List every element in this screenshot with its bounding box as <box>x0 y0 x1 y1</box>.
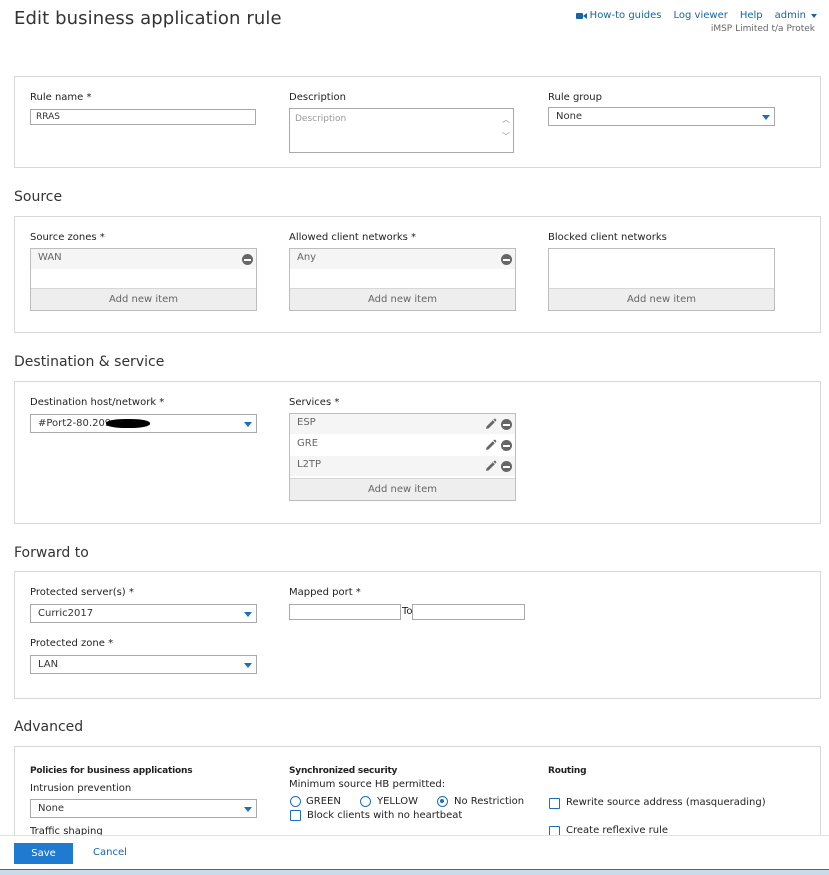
blocked-networks-list: Add new item <box>548 248 775 311</box>
rule-group-value: None <box>556 111 583 122</box>
chevron-down-icon <box>811 13 817 18</box>
protected-server-value: Curric2017 <box>38 608 94 619</box>
services-list: ESP GRE L2TP Add new item <box>289 413 516 501</box>
dropdown-arrow-icon <box>244 422 252 427</box>
edit-pencil-icon[interactable] <box>484 439 497 452</box>
top-nav: How-to guides Log viewer Help admin <box>575 10 817 21</box>
rule-group-select[interactable]: None <box>548 107 775 126</box>
protected-zone-value: LAN <box>38 659 59 670</box>
advanced-section-title: Advanced <box>14 719 84 735</box>
source-zones-list: WAN Add new item <box>30 248 257 311</box>
remove-icon[interactable] <box>501 419 512 430</box>
log-viewer-link[interactable]: Log viewer <box>674 10 728 21</box>
description-input[interactable] <box>289 108 514 153</box>
general-panel: Rule name * Description ︿﹀ Rule group No… <box>14 76 821 168</box>
dropdown-arrow-icon <box>244 807 252 812</box>
mapped-port-label: Mapped port * <box>289 587 361 598</box>
forward-panel: Protected server(s) * Curric2017 Protect… <box>14 571 821 699</box>
dropdown-arrow-icon <box>244 663 252 668</box>
description-scroll-arrows[interactable]: ︿ ﹀ <box>501 111 511 145</box>
advanced-panel: Policies for business applications Intru… <box>14 746 821 846</box>
block-no-heartbeat-label: Block clients with no heartbeat <box>307 810 463 821</box>
block-no-heartbeat-checkbox[interactable] <box>290 810 301 821</box>
heartbeat-label: Minimum source HB permitted: <box>289 779 446 790</box>
redaction-mark <box>106 419 150 428</box>
protected-server-select[interactable]: Curric2017 <box>30 604 257 623</box>
list-item[interactable]: Any <box>290 249 515 270</box>
intrusion-prevention-label: Intrusion prevention <box>30 783 132 794</box>
allowed-networks-label: Allowed client networks * <box>289 232 417 243</box>
hb-green-label: GREEN <box>306 796 341 807</box>
hb-green-radio[interactable] <box>290 796 301 807</box>
sync-security-heading: Synchronized security <box>289 766 398 776</box>
hb-yellow-label: YELLOW <box>377 796 418 807</box>
rewrite-source-checkbox[interactable] <box>549 798 560 809</box>
add-blocked-network-button[interactable]: Add new item <box>549 288 774 310</box>
save-button[interactable]: Save <box>14 843 73 864</box>
destination-panel: Destination host/network * #Port2-80.209… <box>14 381 821 524</box>
mapped-port-to-label: To <box>402 606 413 617</box>
form-footer: Save Cancel <box>0 835 829 869</box>
forward-section-title: Forward to <box>14 545 89 561</box>
add-allowed-network-button[interactable]: Add new item <box>290 288 515 310</box>
remove-icon[interactable] <box>501 254 512 265</box>
user-name: admin <box>774 10 806 21</box>
service-value: L2TP <box>297 459 322 470</box>
user-menu[interactable]: admin <box>775 10 817 21</box>
add-source-zone-button[interactable]: Add new item <box>31 288 256 310</box>
service-value: GRE <box>297 438 319 449</box>
mapped-port-to-input[interactable] <box>412 604 525 620</box>
destination-host-label: Destination host/network * <box>30 397 165 408</box>
service-value: ESP <box>297 417 316 428</box>
remove-icon[interactable] <box>501 461 512 472</box>
policies-heading: Policies for business applications <box>30 766 193 776</box>
allowed-networks-list: Any Add new item <box>289 248 516 311</box>
routing-heading: Routing <box>548 766 587 776</box>
cancel-link[interactable]: Cancel <box>93 847 127 858</box>
hb-no-restriction-label: No Restriction <box>454 796 525 807</box>
source-zone-value: WAN <box>38 252 62 263</box>
protected-zone-label: Protected zone * <box>30 638 114 649</box>
intrusion-prevention-select[interactable]: None <box>30 799 257 818</box>
source-section-title: Source <box>14 189 63 205</box>
allowed-network-value: Any <box>297 252 317 263</box>
how-to-guides-link[interactable]: How-to guides <box>575 10 662 21</box>
hb-yellow-radio[interactable] <box>360 796 371 807</box>
edit-pencil-icon[interactable] <box>484 460 497 473</box>
dropdown-arrow-icon <box>762 115 770 120</box>
source-zones-label: Source zones * <box>30 232 105 243</box>
hb-no-restriction-radio[interactable] <box>437 796 448 807</box>
remove-icon[interactable] <box>501 440 512 451</box>
rule-group-label: Rule group <box>548 92 602 103</box>
dropdown-arrow-icon <box>244 612 252 617</box>
rewrite-source-label: Rewrite source address (masquerading) <box>566 797 766 808</box>
destination-host-value: #Port2-80.209 <box>38 418 112 429</box>
intrusion-prevention-value: None <box>38 803 65 814</box>
protected-server-label: Protected server(s) * <box>30 587 134 598</box>
destination-section-title: Destination & service <box>14 354 165 370</box>
list-item[interactable]: GRE <box>290 435 515 456</box>
list-item[interactable]: ESP <box>290 414 515 435</box>
blocked-networks-label: Blocked client networks <box>548 232 667 243</box>
rule-name-input[interactable] <box>30 109 256 125</box>
video-icon <box>575 12 587 20</box>
list-item[interactable]: WAN <box>31 249 256 270</box>
protected-zone-select[interactable]: LAN <box>30 655 257 674</box>
page-title: Edit business application rule <box>14 8 282 29</box>
organization-name: iMSP Limited t/a Protek <box>710 24 815 34</box>
mapped-port-from-input[interactable] <box>289 604 401 620</box>
remove-icon[interactable] <box>242 254 253 265</box>
add-service-button[interactable]: Add new item <box>290 478 515 500</box>
edit-pencil-icon[interactable] <box>484 418 497 431</box>
rule-name-label: Rule name * <box>30 92 92 103</box>
help-link[interactable]: Help <box>740 10 763 21</box>
list-item[interactable]: L2TP <box>290 456 515 477</box>
description-label: Description <box>289 92 346 103</box>
how-to-guides-label: How-to guides <box>589 10 662 21</box>
source-panel: Source zones * WAN Add new item Allowed … <box>14 216 821 333</box>
taskbar <box>0 869 829 875</box>
services-label: Services * <box>289 397 340 408</box>
